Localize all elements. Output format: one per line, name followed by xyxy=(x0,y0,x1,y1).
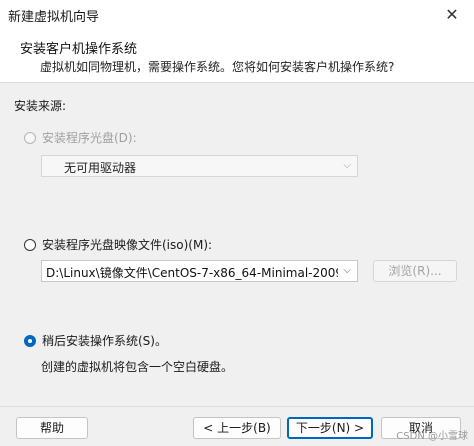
wizard-header: 安装客户机操作系统 虚拟机如同物理机，需要操作系统。您将如何安装客户机操作系统? xyxy=(0,30,474,83)
close-icon[interactable]: ✕ xyxy=(430,0,474,30)
disc-radio xyxy=(24,132,36,144)
disc-drive-select: 无可用驱动器 ⌵ xyxy=(41,155,358,177)
chevron-down-icon[interactable]: ⌵ xyxy=(343,265,351,276)
install-source-label: 安装来源: xyxy=(14,99,67,113)
install-later-radio[interactable] xyxy=(24,335,36,347)
next-button[interactable]: 下一步(N) > xyxy=(287,417,373,439)
iso-path-value: D:\Linux\镜像文件\CentOS-7-x86_64-Minimal-20… xyxy=(46,266,338,280)
disc-option-label: 安装程序光盘(D): xyxy=(42,131,137,145)
header-title: 安装客户机操作系统 xyxy=(20,42,138,57)
header-description: 虚拟机如同物理机，需要操作系统。您将如何安装客户机操作系统? xyxy=(40,60,395,74)
title-bar: 新建虚拟机向导 ✕ xyxy=(0,0,474,30)
install-later-option[interactable]: 稍后安装操作系统(S)。 xyxy=(24,332,167,349)
browse-button[interactable]: 浏览(R)... xyxy=(373,260,457,282)
iso-radio[interactable] xyxy=(24,239,36,251)
iso-path-input[interactable]: D:\Linux\镜像文件\CentOS-7-x86_64-Minimal-20… xyxy=(41,260,358,282)
back-button[interactable]: < 上一步(B) xyxy=(193,417,281,439)
window-title: 新建虚拟机向导 xyxy=(8,10,100,25)
install-later-note: 创建的虚拟机将包含一个空白硬盘。 xyxy=(41,360,234,374)
watermark: CSDN @小雪球 xyxy=(396,431,468,442)
chevron-down-icon: ⌵ xyxy=(343,160,351,171)
disc-drive-value: 无可用驱动器 xyxy=(64,161,137,175)
help-button[interactable]: 帮助 xyxy=(16,417,88,439)
install-later-label: 稍后安装操作系统(S)。 xyxy=(42,334,167,348)
iso-option-label: 安装程序光盘映像文件(iso)(M): xyxy=(42,238,213,252)
iso-option[interactable]: 安装程序光盘映像文件(iso)(M): xyxy=(24,236,212,253)
footer-divider xyxy=(0,406,474,407)
disc-option: 安装程序光盘(D): xyxy=(24,129,137,146)
